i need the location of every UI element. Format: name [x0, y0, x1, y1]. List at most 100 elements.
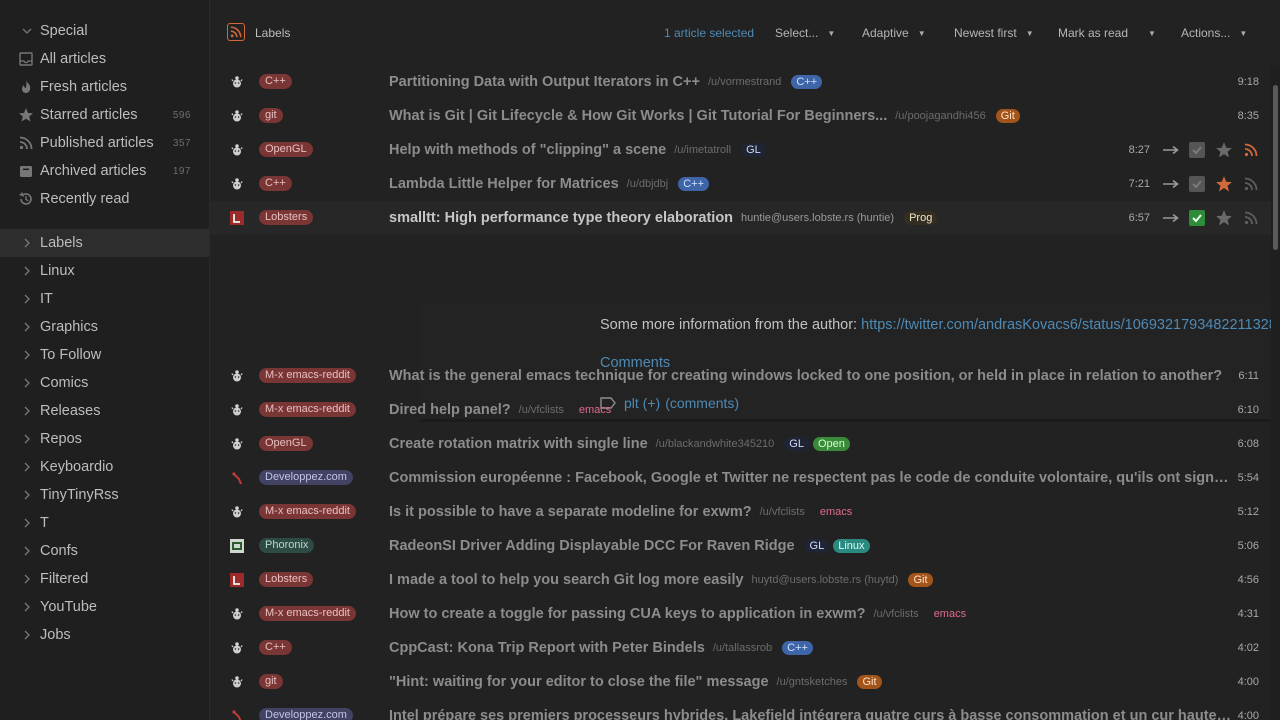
- sidebar-category-releases[interactable]: Releases: [0, 397, 209, 425]
- article-label[interactable]: Prog: [904, 211, 938, 225]
- sidebar-category-repos[interactable]: Repos: [0, 425, 209, 453]
- article-main[interactable]: How to create a toggle for passing CUA k…: [389, 597, 971, 631]
- arrow-right-icon[interactable]: [1162, 209, 1180, 227]
- article-label[interactable]: C++: [782, 641, 813, 655]
- article-title[interactable]: Is it possible to have a separate modeli…: [389, 504, 752, 520]
- article-main[interactable]: I made a tool to help you search Git log…: [389, 563, 933, 597]
- article-label[interactable]: emacs: [815, 505, 857, 519]
- feed-badge[interactable]: Lobsters: [259, 572, 314, 587]
- sort-dropdown[interactable]: Newest first ▼: [954, 26, 1034, 40]
- sidebar-category-tinytinyrss[interactable]: TinyTinyRss: [0, 481, 209, 509]
- feed-badge[interactable]: C++: [259, 176, 292, 191]
- feed-rss-icon[interactable]: [227, 23, 245, 41]
- select-dropdown[interactable]: Select... ▼: [775, 26, 835, 40]
- feed-badge[interactable]: Developpez.com: [259, 470, 353, 485]
- article-row[interactable]: git What is Git | Git Lifecycle & How Git…: [210, 99, 1271, 133]
- sidebar-item-fresh-articles[interactable]: Fresh articles: [0, 73, 209, 101]
- article-row[interactable]: C++ CppCast: Kona Trip Report with Peter …: [210, 631, 1271, 665]
- article-row[interactable]: M-x emacs-reddit How to create a toggle f…: [210, 597, 1271, 631]
- sidebar-item-starred-articles[interactable]: Starred articles 596: [0, 101, 209, 129]
- article-main[interactable]: Lambda Little Helper for Matrices/u/dbjd…: [389, 167, 710, 201]
- article-title[interactable]: Intel prépare ses premiers processeurs h…: [389, 708, 1234, 720]
- sidebar-item-archived-articles[interactable]: Archived articles 197: [0, 157, 209, 185]
- article-row[interactable]: M-x emacs-reddit Is it possible to have a…: [210, 495, 1271, 529]
- feed-badge[interactable]: git: [259, 674, 283, 689]
- article-label[interactable]: Open: [812, 437, 850, 451]
- article-label[interactable]: GL: [741, 143, 766, 157]
- article-main[interactable]: Partitioning Data with Output Iterators …: [389, 65, 823, 99]
- article-title[interactable]: I made a tool to help you search Git log…: [389, 572, 744, 588]
- article-title[interactable]: smalltt: High performance type theory el…: [389, 210, 733, 226]
- article-row[interactable]: M-x emacs-reddit Dired help panel? /u/vfcl…: [210, 393, 1271, 427]
- sidebar-category-comics[interactable]: Comics: [0, 369, 209, 397]
- article-row[interactable]: OpenGL Create rotation matrix with single…: [210, 427, 1271, 461]
- article-label[interactable]: GL: [804, 539, 830, 553]
- article-row[interactable]: C++ Lambda Little Helper for Matrices/u/d…: [210, 167, 1271, 201]
- sidebar-category-youtube[interactable]: YouTube: [0, 593, 209, 621]
- feed-badge[interactable]: M-x emacs-reddit: [259, 606, 356, 621]
- rss-icon[interactable]: [1242, 209, 1260, 227]
- article-main[interactable]: RadeonSI Driver Adding Displayable DCC F…: [389, 529, 870, 563]
- article-label[interactable]: emacs: [929, 607, 971, 621]
- mark-as-read-dropdown[interactable]: Mark as read ▼: [1058, 26, 1156, 40]
- article-main[interactable]: smalltt: High performance type theory el…: [389, 201, 938, 235]
- rss-icon[interactable]: [1242, 141, 1260, 159]
- feed-badge[interactable]: C++: [259, 640, 292, 655]
- article-title[interactable]: Commission européenne : Facebook, Google…: [389, 470, 1234, 486]
- feed-badge[interactable]: OpenGL: [259, 142, 313, 157]
- article-title[interactable]: Help with methods of "clipping" a scene: [389, 142, 666, 158]
- sidebar-category-linux[interactable]: Linux: [0, 257, 209, 285]
- feed-badge[interactable]: M-x emacs-reddit: [259, 402, 356, 417]
- content-link[interactable]: https://twitter.com/andrasKovacs6/status…: [861, 317, 1271, 333]
- star-icon[interactable]: [1215, 141, 1233, 159]
- article-title[interactable]: Dired help panel?: [389, 402, 511, 418]
- article-label[interactable]: C++: [678, 177, 710, 191]
- article-main[interactable]: Intel prépare ses premiers processeurs h…: [389, 699, 1234, 720]
- sidebar-category-graphics[interactable]: Graphics: [0, 313, 209, 341]
- article-label[interactable]: Git: [857, 675, 882, 689]
- article-main[interactable]: Create rotation matrix with single line /…: [389, 427, 850, 461]
- scrollbar[interactable]: [1271, 65, 1280, 720]
- article-row[interactable]: Developpez.com Commission européenne : Fa…: [210, 461, 1271, 495]
- star-icon[interactable]: [1215, 175, 1233, 193]
- article-title[interactable]: What is Git | Git Lifecycle & How Git Wo…: [389, 108, 887, 124]
- feed-badge[interactable]: M-x emacs-reddit: [259, 504, 356, 519]
- view-mode-dropdown[interactable]: Adaptive ▼: [862, 26, 926, 40]
- arrow-right-icon[interactable]: [1162, 141, 1180, 159]
- checkbox[interactable]: [1188, 175, 1206, 193]
- article-main[interactable]: Help with methods of "clipping" a scene /…: [389, 133, 766, 167]
- sidebar-category-confs[interactable]: Confs: [0, 537, 209, 565]
- sidebar-item-published-articles[interactable]: Published articles 357: [0, 129, 209, 157]
- scrollbar-thumb[interactable]: [1273, 85, 1278, 250]
- star-icon[interactable]: [1215, 209, 1233, 227]
- sidebar-category-filtered[interactable]: Filtered: [0, 565, 209, 593]
- article-title[interactable]: CppCast: Kona Trip Report with Peter Bin…: [389, 640, 705, 656]
- sidebar-item-all-articles[interactable]: All articles: [0, 45, 209, 73]
- article-row[interactable]: git "Hint: waiting for your editor to clo…: [210, 665, 1271, 699]
- feed-badge[interactable]: C++: [259, 74, 292, 89]
- arrow-right-icon[interactable]: [1162, 175, 1180, 193]
- article-label[interactable]: Linux: [833, 539, 870, 553]
- article-label[interactable]: Git: [995, 109, 1020, 123]
- sidebar-item-recently-read[interactable]: Recently read: [0, 185, 209, 213]
- article-title[interactable]: Lambda Little Helper for Matrices: [389, 176, 619, 192]
- article-title[interactable]: What is the general emacs technique for …: [389, 368, 1222, 384]
- sidebar-category-it[interactable]: IT: [0, 285, 209, 313]
- actions-dropdown[interactable]: Actions... ▼: [1181, 26, 1247, 40]
- checkbox[interactable]: [1188, 209, 1206, 227]
- article-main[interactable]: Is it possible to have a separate modeli…: [389, 495, 857, 529]
- feed-badge[interactable]: M-x emacs-reddit: [259, 368, 356, 383]
- feed-badge[interactable]: git: [259, 108, 283, 123]
- feed-badge[interactable]: Developpez.com: [259, 708, 353, 720]
- article-row[interactable]: M-x emacs-reddit What is the general emac…: [210, 359, 1271, 393]
- rss-icon[interactable]: [1242, 175, 1260, 193]
- sidebar-category-to-follow[interactable]: To Follow: [0, 341, 209, 369]
- article-main[interactable]: CppCast: Kona Trip Report with Peter Bin…: [389, 631, 813, 665]
- article-row[interactable]: Phoronix RadeonSI Driver Adding Displayab…: [210, 529, 1271, 563]
- article-main[interactable]: Commission européenne : Facebook, Google…: [389, 461, 1234, 495]
- article-main[interactable]: "Hint: waiting for your editor to close …: [389, 665, 882, 699]
- feed-badge[interactable]: Phoronix: [259, 538, 315, 553]
- article-label[interactable]: Git: [908, 573, 933, 587]
- sidebar-category-keyboardio[interactable]: Keyboardio: [0, 453, 209, 481]
- article-row[interactable]: Lobsters smalltt: High performance type t…: [210, 201, 1271, 235]
